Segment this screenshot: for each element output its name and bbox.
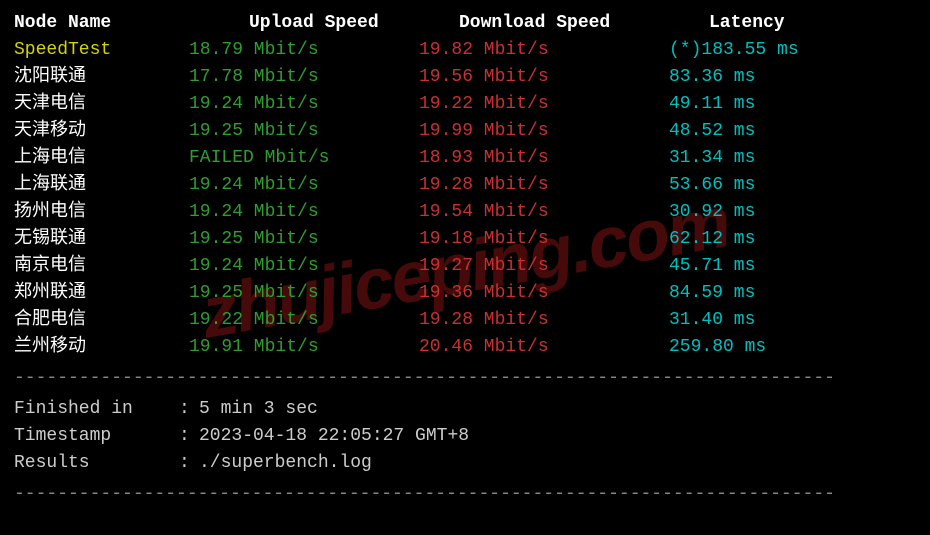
download-speed-cell: 19.56 Mbit/s	[419, 64, 669, 91]
divider-line: ----------------------------------------…	[14, 481, 916, 508]
node-name-cell: 无锡联通	[14, 226, 189, 253]
separator: :	[179, 396, 199, 423]
separator: :	[179, 423, 199, 450]
latency-cell: 62.12 ms	[669, 226, 916, 253]
download-speed-cell: 19.28 Mbit/s	[419, 172, 669, 199]
timestamp-label: Timestamp	[14, 423, 179, 450]
table-row: 天津移动19.25 Mbit/s19.99 Mbit/s48.52 ms	[14, 118, 916, 145]
results-label: Results	[14, 450, 179, 477]
separator: :	[179, 450, 199, 477]
table-row: 郑州联通19.25 Mbit/s19.36 Mbit/s84.59 ms	[14, 280, 916, 307]
latency-cell: 31.40 ms	[669, 307, 916, 334]
upload-speed-cell: 19.24 Mbit/s	[189, 91, 419, 118]
results-value: ./superbench.log	[199, 450, 916, 477]
header-upload: Upload Speed	[189, 10, 419, 37]
upload-speed-cell: 19.25 Mbit/s	[189, 280, 419, 307]
table-row: 沈阳联通17.78 Mbit/s19.56 Mbit/s83.36 ms	[14, 64, 916, 91]
table-row: 无锡联通19.25 Mbit/s19.18 Mbit/s62.12 ms	[14, 226, 916, 253]
download-speed-cell: 18.93 Mbit/s	[419, 145, 669, 172]
download-speed-cell: 19.28 Mbit/s	[419, 307, 669, 334]
upload-speed-cell: 19.25 Mbit/s	[189, 226, 419, 253]
node-name-cell: SpeedTest	[14, 37, 189, 64]
node-name-cell: 上海联通	[14, 172, 189, 199]
latency-cell: 259.80 ms	[669, 334, 916, 361]
download-speed-cell: 19.54 Mbit/s	[419, 199, 669, 226]
upload-speed-cell: 19.22 Mbit/s	[189, 307, 419, 334]
table-row: SpeedTest18.79 Mbit/s19.82 Mbit/s(*)183.…	[14, 37, 916, 64]
terminal-output: Node Name Upload Speed Download Speed La…	[14, 10, 916, 508]
node-name-cell: 兰州移动	[14, 334, 189, 361]
download-speed-cell: 19.22 Mbit/s	[419, 91, 669, 118]
latency-cell: (*)183.55 ms	[669, 37, 916, 64]
table-header: Node Name Upload Speed Download Speed La…	[14, 10, 916, 37]
latency-cell: 83.36 ms	[669, 64, 916, 91]
latency-cell: 53.66 ms	[669, 172, 916, 199]
footer-results: Results : ./superbench.log	[14, 450, 916, 477]
header-download: Download Speed	[419, 10, 669, 37]
download-speed-cell: 19.18 Mbit/s	[419, 226, 669, 253]
table-row: 上海联通19.24 Mbit/s19.28 Mbit/s53.66 ms	[14, 172, 916, 199]
header-latency: Latency	[669, 10, 916, 37]
table-row: 合肥电信19.22 Mbit/s19.28 Mbit/s31.40 ms	[14, 307, 916, 334]
download-speed-cell: 19.27 Mbit/s	[419, 253, 669, 280]
latency-cell: 49.11 ms	[669, 91, 916, 118]
latency-cell: 84.59 ms	[669, 280, 916, 307]
download-speed-cell: 19.82 Mbit/s	[419, 37, 669, 64]
upload-speed-cell: 19.91 Mbit/s	[189, 334, 419, 361]
node-name-cell: 南京电信	[14, 253, 189, 280]
download-speed-cell: 19.99 Mbit/s	[419, 118, 669, 145]
latency-cell: 48.52 ms	[669, 118, 916, 145]
divider-line: ----------------------------------------…	[14, 365, 916, 392]
upload-speed-cell: 18.79 Mbit/s	[189, 37, 419, 64]
node-name-cell: 郑州联通	[14, 280, 189, 307]
table-row: 天津电信19.24 Mbit/s19.22 Mbit/s49.11 ms	[14, 91, 916, 118]
table-row: 上海电信FAILED Mbit/s18.93 Mbit/s31.34 ms	[14, 145, 916, 172]
upload-speed-cell: 19.24 Mbit/s	[189, 172, 419, 199]
upload-speed-cell: 19.24 Mbit/s	[189, 199, 419, 226]
timestamp-value: 2023-04-18 22:05:27 GMT+8	[199, 423, 916, 450]
download-speed-cell: 20.46 Mbit/s	[419, 334, 669, 361]
finished-label: Finished in	[14, 396, 179, 423]
upload-speed-cell: FAILED Mbit/s	[189, 145, 419, 172]
finished-value: 5 min 3 sec	[199, 396, 916, 423]
node-name-cell: 天津电信	[14, 91, 189, 118]
latency-cell: 30.92 ms	[669, 199, 916, 226]
node-name-cell: 合肥电信	[14, 307, 189, 334]
node-name-cell: 天津移动	[14, 118, 189, 145]
latency-cell: 31.34 ms	[669, 145, 916, 172]
upload-speed-cell: 19.24 Mbit/s	[189, 253, 419, 280]
header-node-name: Node Name	[14, 10, 189, 37]
node-name-cell: 沈阳联通	[14, 64, 189, 91]
latency-cell: 45.71 ms	[669, 253, 916, 280]
footer-timestamp: Timestamp : 2023-04-18 22:05:27 GMT+8	[14, 423, 916, 450]
node-name-cell: 扬州电信	[14, 199, 189, 226]
table-row: 扬州电信19.24 Mbit/s19.54 Mbit/s30.92 ms	[14, 199, 916, 226]
download-speed-cell: 19.36 Mbit/s	[419, 280, 669, 307]
footer-finished: Finished in : 5 min 3 sec	[14, 396, 916, 423]
node-name-cell: 上海电信	[14, 145, 189, 172]
upload-speed-cell: 17.78 Mbit/s	[189, 64, 419, 91]
table-row: 兰州移动19.91 Mbit/s20.46 Mbit/s259.80 ms	[14, 334, 916, 361]
upload-speed-cell: 19.25 Mbit/s	[189, 118, 419, 145]
table-row: 南京电信19.24 Mbit/s19.27 Mbit/s45.71 ms	[14, 253, 916, 280]
